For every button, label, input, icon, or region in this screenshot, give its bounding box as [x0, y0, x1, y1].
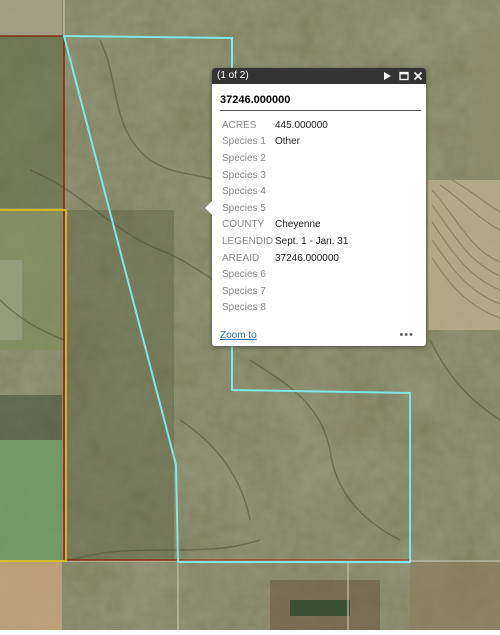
attribute-row: Species 6: [222, 266, 348, 283]
attribute-value: [275, 266, 348, 283]
next-feature-icon[interactable]: [382, 71, 392, 81]
attribute-value: [275, 183, 348, 200]
attribute-value: Cheyenne: [275, 219, 321, 231]
attribute-row: COUNTY Cheyenne: [222, 217, 348, 234]
attribute-row: Species 7: [222, 283, 348, 300]
attribute-row: Species 3: [222, 167, 348, 184]
more-options-icon[interactable]: •••: [399, 329, 414, 341]
attribute-row: ACRES 445.000000: [222, 117, 348, 134]
popup-feature-count: (1 of 2): [217, 70, 249, 81]
feature-popup: (1 of 2) 37246.000000 ACRES 445.000000 Spe…: [205, 68, 426, 346]
attribute-name: Species 3: [222, 169, 266, 181]
attribute-row: AREAID 37246.000000: [222, 250, 348, 267]
attribute-name: LEGENDID: [222, 235, 274, 247]
attribute-row: Species 5: [222, 200, 348, 217]
attribute-value: [275, 283, 348, 300]
attribute-value: [275, 200, 348, 217]
attribute-name: Species 4: [222, 186, 266, 198]
attribute-name: COUNTY: [222, 219, 265, 231]
popup-header: (1 of 2): [212, 68, 426, 84]
maximize-icon[interactable]: [399, 71, 409, 81]
attribute-row: Species 8: [222, 300, 348, 317]
attribute-name: Species 5: [222, 202, 266, 214]
attribute-row: Species 1 Other: [222, 134, 348, 151]
attribute-row: Species 2: [222, 150, 348, 167]
popup-pointer: [205, 201, 212, 215]
attribute-value: 37246.000000: [275, 252, 339, 264]
zoom-to-link[interactable]: Zoom to: [220, 330, 257, 341]
attribute-name: Species 8: [222, 302, 266, 314]
popup-title: 37246.000000: [220, 94, 421, 111]
attribute-table: ACRES 445.000000 Species 1 Other Species 2 Sp…: [222, 117, 348, 316]
attribute-name: Species 2: [222, 152, 266, 164]
attribute-value: Sept. 1 - Jan. 31: [275, 235, 349, 247]
attribute-row: LEGENDID Sept. 1 - Jan. 31: [222, 233, 348, 250]
attribute-value: Other: [275, 136, 301, 148]
attribute-name: Species 7: [222, 285, 266, 297]
attribute-value: 445.000000: [275, 119, 328, 131]
close-icon[interactable]: [413, 71, 423, 81]
attribute-value: [275, 167, 348, 184]
attribute-value: [275, 300, 348, 317]
attribute-name: ACRES: [222, 119, 257, 131]
attribute-name: Species 1: [222, 136, 266, 148]
attribute-value: [275, 150, 348, 167]
attribute-name: Species 6: [222, 269, 266, 281]
attribute-name: AREAID: [222, 252, 260, 264]
attribute-row: Species 4: [222, 183, 348, 200]
